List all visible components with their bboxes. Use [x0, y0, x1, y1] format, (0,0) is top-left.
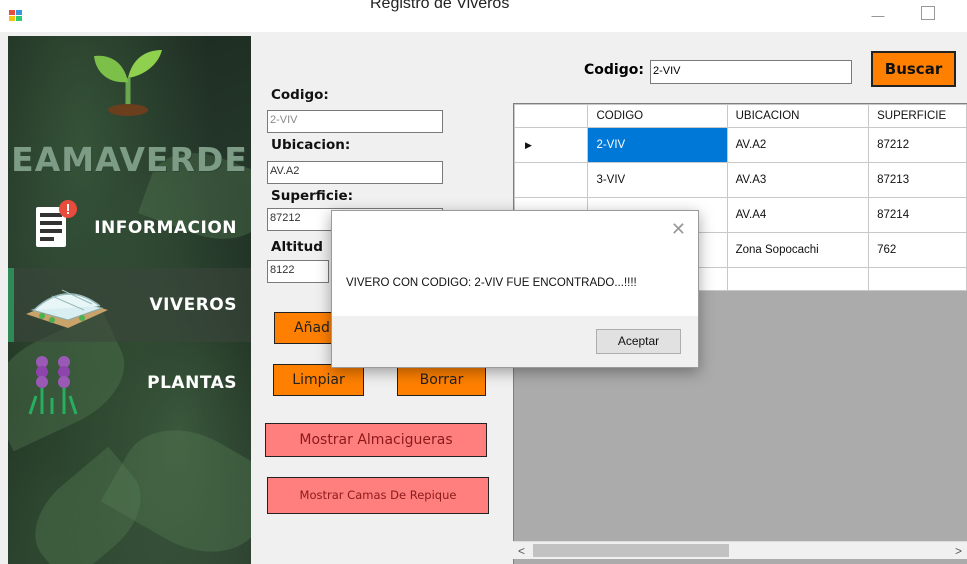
sidebar-item-label: PLANTAS	[147, 373, 237, 393]
codigo-field[interactable]: 2-VIV	[267, 110, 443, 133]
row-header[interactable]	[514, 162, 589, 198]
table-cell[interactable]: 762	[868, 232, 967, 268]
sidebar-item-plantas[interactable]: PLANTAS	[8, 346, 251, 420]
minimize-icon[interactable]: —	[868, 8, 888, 23]
table-cell[interactable]	[726, 267, 870, 291]
horizontal-scrollbar[interactable]: < >	[513, 541, 967, 559]
maximize-icon[interactable]	[921, 6, 935, 20]
ubicacion-label: Ubicacion:	[271, 137, 351, 153]
codigo-label: Codigo:	[271, 87, 329, 103]
table-cell[interactable]	[868, 267, 967, 291]
table-row[interactable]: 3-VIV AV.A3 87213	[514, 162, 967, 198]
row-header-corner	[514, 104, 589, 128]
column-header-codigo[interactable]: CODIGO	[587, 104, 728, 128]
app-icon	[9, 10, 23, 22]
current-row-arrow-icon: ▶	[514, 127, 589, 163]
table-cell[interactable]: 3-VIV	[587, 162, 728, 198]
sidebar-item-label: INFORMACION	[94, 218, 237, 238]
sprout-logo-icon	[94, 50, 162, 116]
brand-title: EAMAVERDE	[11, 140, 248, 179]
document-info-icon	[36, 200, 77, 247]
scroll-right-icon[interactable]: >	[955, 542, 962, 560]
scroll-left-icon[interactable]: <	[518, 542, 525, 560]
table-cell[interactable]: Zona Sopocachi	[726, 232, 870, 268]
scrollbar-thumb[interactable]	[533, 544, 729, 557]
table-cell[interactable]: 87212	[868, 127, 967, 163]
sidebar-item-informacion[interactable]: INFORMACION	[8, 191, 251, 265]
search-input[interactable]: 2-VIV	[650, 60, 852, 84]
search-label: Codigo:	[584, 62, 644, 78]
show-transplant-beds-button[interactable]: Mostrar Camas De Repique	[267, 477, 489, 514]
lavender-plant-icon	[28, 356, 78, 415]
table-cell[interactable]: AV.A4	[726, 197, 870, 233]
table-row[interactable]: ▶ 2-VIV AV.A2 87212	[514, 127, 967, 163]
close-icon[interactable]: ✕	[671, 219, 686, 240]
dialog-footer: Aceptar	[332, 316, 698, 367]
app-window: Registro de Viveros — EAMAVERDE INFORMAC…	[0, 0, 967, 564]
message-dialog: ✕ VIVERO CON CODIGO: 2-VIV FUE ENCONTRAD…	[331, 210, 699, 368]
dialog-message: VIVERO CON CODIGO: 2-VIV FUE ENCONTRADO.…	[346, 277, 637, 289]
title-bar: Registro de Viveros —	[0, 0, 967, 32]
ubicacion-field[interactable]: AV.A2	[267, 161, 443, 184]
superficie-label: Superficie:	[271, 188, 354, 204]
clear-button[interactable]: Limpiar	[273, 364, 364, 396]
sidebar-item-viveros[interactable]: VIVEROS	[8, 268, 251, 342]
column-header-superficie[interactable]: SUPERFICIE	[868, 104, 967, 128]
table-cell[interactable]: 87214	[868, 197, 967, 233]
table-cell[interactable]: 87213	[868, 162, 967, 198]
show-seedbeds-button[interactable]: Mostrar Almacigueras	[265, 423, 487, 457]
ok-button[interactable]: Aceptar	[596, 329, 681, 354]
altitud-label: Altitud	[271, 239, 323, 255]
search-button[interactable]: Buscar	[871, 51, 956, 87]
table-cell[interactable]: 2-VIV	[587, 127, 728, 163]
greenhouse-icon	[26, 289, 108, 328]
window-title: Registro de Viveros	[370, 0, 510, 12]
column-header-ubicacion[interactable]: UBICACION	[726, 104, 870, 128]
sidebar: EAMAVERDE INFORMACION VIVEROS PLANTAS	[8, 36, 251, 564]
grid-header-row: CODIGO UBICACION SUPERFICIE	[514, 104, 967, 128]
sidebar-item-label: VIVEROS	[149, 295, 237, 315]
altitud-field[interactable]: 8122	[267, 260, 329, 283]
table-cell[interactable]: AV.A3	[726, 162, 870, 198]
table-cell[interactable]: AV.A2	[726, 127, 870, 163]
delete-button[interactable]: Borrar	[397, 364, 486, 396]
